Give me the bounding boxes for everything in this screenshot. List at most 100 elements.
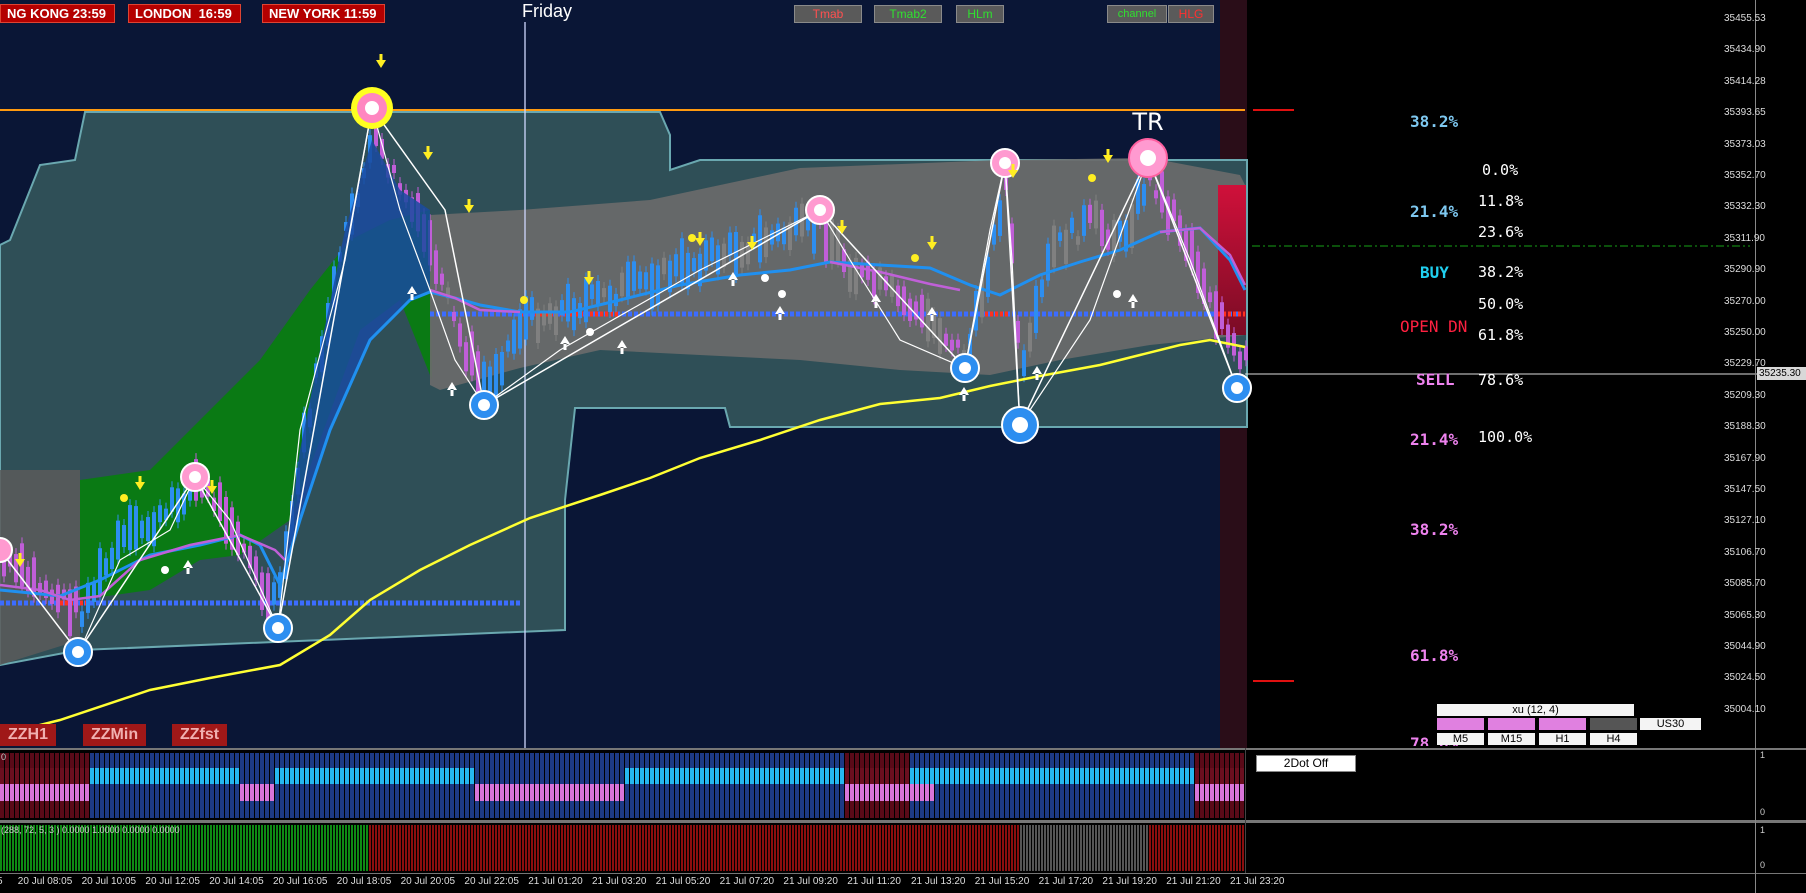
price-tick: 35188.30 xyxy=(1724,421,1766,433)
channel-button[interactable]: channel xyxy=(1107,5,1167,23)
time-tick: 21 Jul 13:20 xyxy=(911,876,966,887)
candle-body xyxy=(872,269,876,299)
candle-body xyxy=(662,257,666,275)
tmab-button[interactable]: Tmab xyxy=(794,5,862,23)
candle-body xyxy=(722,243,726,268)
time-tick: 20 Jul 16:05 xyxy=(273,876,328,887)
candle-body xyxy=(518,309,522,349)
candle-body xyxy=(1136,178,1140,214)
tf-bar-h1 xyxy=(1539,718,1586,730)
price-tick: 35044.90 xyxy=(1724,641,1766,652)
candle-body xyxy=(1142,184,1146,206)
candle-body xyxy=(572,298,576,331)
candle-body xyxy=(32,557,36,597)
zzmin-button[interactable]: ZZMin xyxy=(83,724,147,746)
candle-body xyxy=(92,582,96,603)
tf-h1[interactable]: H1 xyxy=(1539,733,1586,745)
candle-body xyxy=(944,333,948,346)
price-tick: 35434.90 xyxy=(1724,44,1766,56)
candle-body xyxy=(1130,204,1134,249)
fib-left-214-b: 21.4% xyxy=(1410,430,1459,449)
candle-body xyxy=(464,342,468,372)
candle-body xyxy=(710,237,714,262)
signal-dot xyxy=(1113,290,1121,298)
signal-dot xyxy=(120,494,128,502)
candle-body xyxy=(1016,320,1020,343)
time-tick: 21 Jul 15:20 xyxy=(974,876,1030,887)
sub2-axis-top: 1 xyxy=(1760,825,1766,835)
time-tick: 20 Jul 10:05 xyxy=(81,876,137,887)
clock-newyork: NEW YORK 11:59 xyxy=(262,4,386,23)
candle-body xyxy=(56,584,60,613)
tf-m5[interactable]: M5 xyxy=(1437,733,1484,745)
candle-body xyxy=(620,272,624,297)
candle-body xyxy=(584,278,588,323)
candle-body xyxy=(956,339,960,348)
candle-body xyxy=(110,547,114,570)
sub1-axis-top: 1 xyxy=(1760,750,1766,760)
candle-body xyxy=(158,505,162,523)
candle-body xyxy=(1190,229,1194,270)
trading-chart[interactable]: TR xyxy=(0,0,1806,893)
candle-body xyxy=(140,520,144,539)
day-label: Friday xyxy=(522,1,573,21)
time-tick: 21 Jul 21:20 xyxy=(1166,876,1221,887)
candle-body xyxy=(512,319,516,354)
candle-body xyxy=(134,506,138,550)
candle-body xyxy=(1028,322,1032,352)
time-tick: 21 Jul 01:20 xyxy=(528,876,583,887)
candle-body xyxy=(1046,243,1050,281)
candle-body xyxy=(1076,236,1080,245)
candle-body xyxy=(530,297,534,320)
clock-london: LONDON 16:59 xyxy=(128,4,241,23)
tf-m15[interactable]: M15 xyxy=(1488,733,1535,745)
fib-left-618: 61.8% xyxy=(1410,646,1459,665)
candle-body xyxy=(272,582,276,605)
candle-body xyxy=(650,263,654,310)
candle-body xyxy=(98,548,102,596)
price-tick: 35106.70 xyxy=(1724,546,1766,558)
zzfst-button[interactable]: ZZfst xyxy=(172,724,228,746)
candle-body xyxy=(728,232,732,256)
candle-body xyxy=(1244,346,1248,361)
candle-body xyxy=(830,219,834,264)
candle-body xyxy=(1064,229,1068,264)
tmab2-button[interactable]: Tmab2 xyxy=(874,5,942,23)
candle-body xyxy=(1022,350,1026,377)
price-tick: 35127.10 xyxy=(1724,515,1766,527)
twodot-toggle[interactable]: 2Dot Off xyxy=(1256,755,1356,772)
signal-dot xyxy=(1088,174,1096,182)
time-tick: 5 xyxy=(0,876,3,887)
candle-body xyxy=(680,238,684,284)
candle-body xyxy=(776,223,780,242)
candle-body xyxy=(128,505,132,551)
candle-body xyxy=(602,288,606,298)
tf-h4[interactable]: H4 xyxy=(1590,733,1637,745)
price-tick: 35147.50 xyxy=(1724,484,1766,495)
candle-body xyxy=(104,558,108,576)
signal-dot xyxy=(761,274,769,282)
hlg-button[interactable]: HLG xyxy=(1168,5,1214,23)
candle-body xyxy=(644,272,648,290)
sub1-label: 0 xyxy=(1,752,7,762)
candle-body xyxy=(1070,217,1074,234)
time-tick: 21 Jul 19:20 xyxy=(1102,876,1157,887)
hlm-button[interactable]: HLm xyxy=(956,5,1004,23)
zzh1-button[interactable]: ZZH1 xyxy=(0,724,56,746)
candle-body xyxy=(80,611,84,627)
candle-body xyxy=(506,340,510,352)
candle-body xyxy=(68,589,72,637)
fib-right-382: 38.2% xyxy=(1478,263,1524,281)
candle-body xyxy=(1154,190,1158,199)
candle-body xyxy=(734,231,738,277)
candle-body xyxy=(1058,232,1062,241)
candle-body xyxy=(1208,292,1212,303)
signal-dot xyxy=(911,254,919,262)
candle-body xyxy=(392,164,396,174)
price-tick: 35290.90 xyxy=(1724,264,1766,276)
candle-body xyxy=(938,318,942,354)
symbol-label: US30 xyxy=(1640,718,1701,730)
time-tick: 20 Jul 22:05 xyxy=(464,876,519,887)
clock-hongkong: NG KONG 23:59 xyxy=(0,4,115,23)
candle-body xyxy=(1220,302,1224,330)
